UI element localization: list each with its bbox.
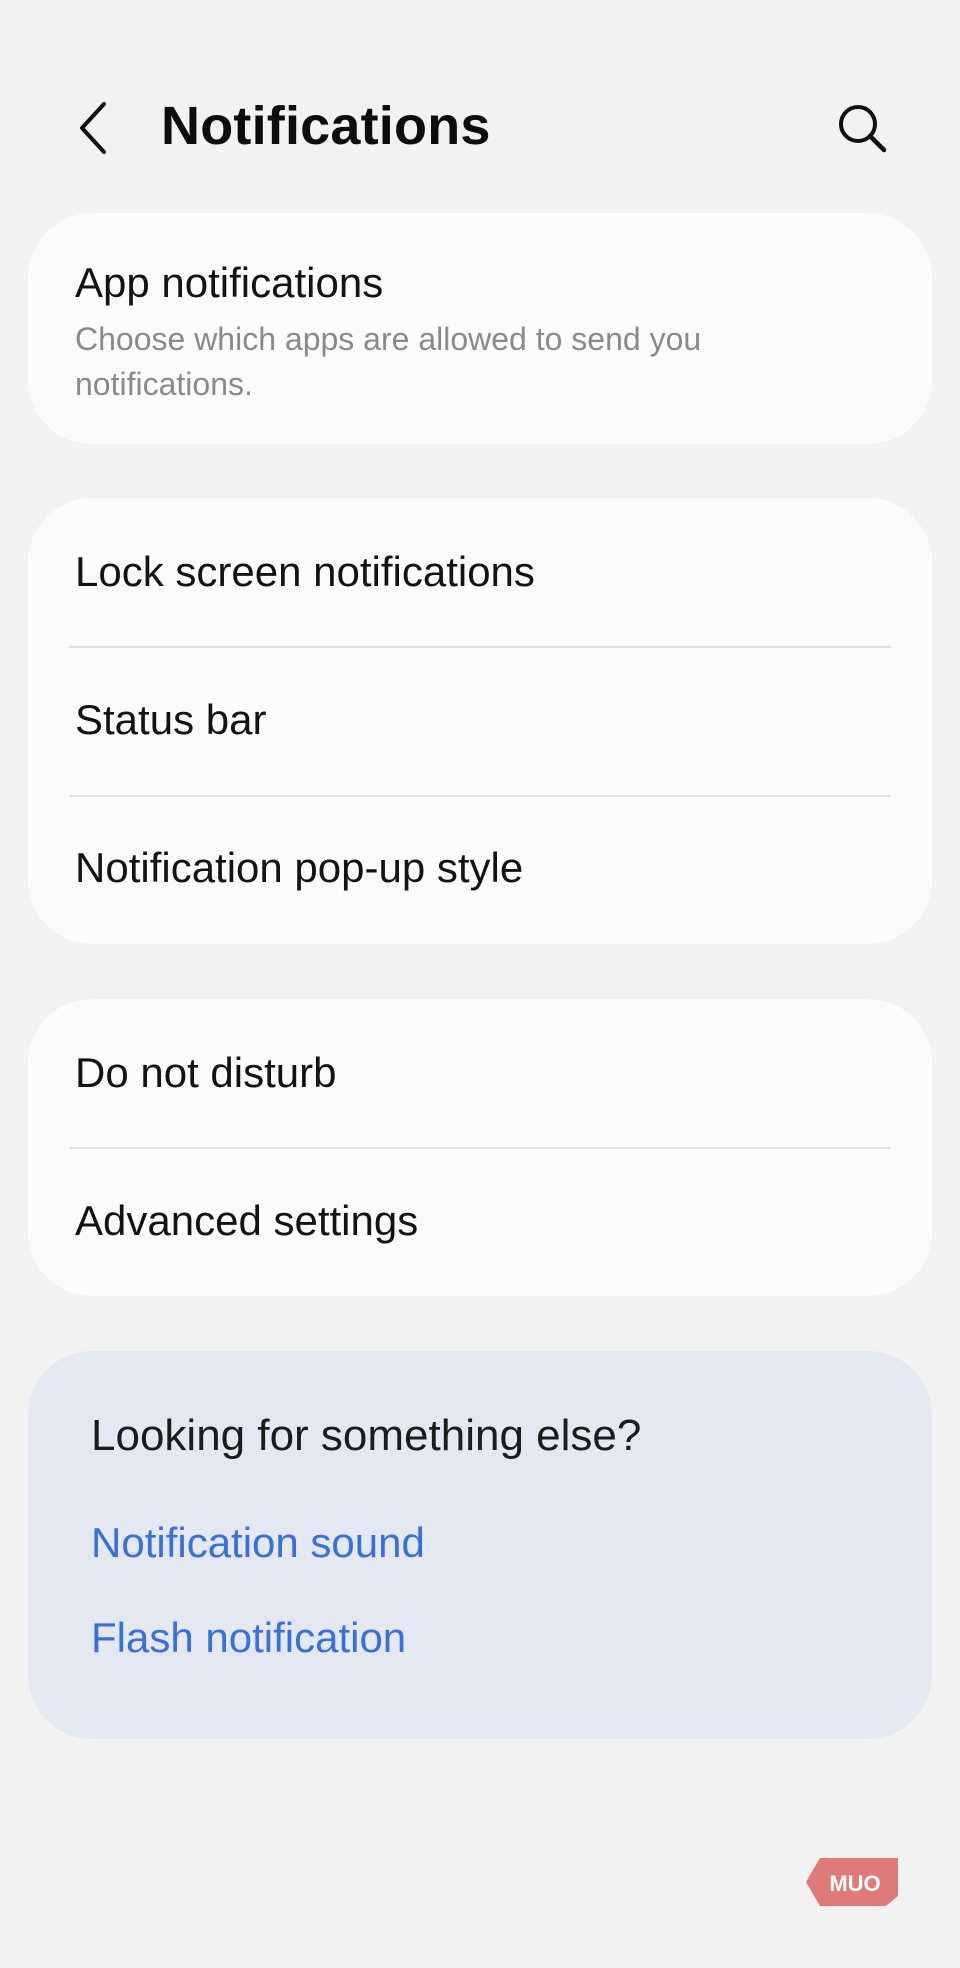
status-bar-item[interactable]: Status bar bbox=[28, 646, 932, 794]
top-app-bar: Notifications bbox=[0, 80, 960, 176]
lock-screen-notifications-label: Lock screen notifications bbox=[75, 548, 535, 595]
notification-popup-style-label: Notification pop-up style bbox=[75, 844, 524, 891]
notification-popup-style-item[interactable]: Notification pop-up style bbox=[28, 794, 932, 942]
advanced-settings-label: Advanced settings bbox=[75, 1197, 419, 1244]
status-bar-label: Status bar bbox=[75, 696, 267, 743]
dnd-advanced-card: Do not disturb Advanced settings bbox=[28, 999, 932, 1296]
app-notifications-item[interactable]: App notifications Choose which apps are … bbox=[28, 213, 932, 407]
suggestions-title: Looking for something else? bbox=[91, 1411, 642, 1460]
app-notifications-card: App notifications Choose which apps are … bbox=[28, 213, 932, 444]
muo-watermark-logo: MUO bbox=[806, 1858, 898, 1906]
svg-text:MUO: MUO bbox=[829, 1871, 880, 1896]
notification-sound-link[interactable]: Notification sound bbox=[91, 1519, 425, 1567]
back-button[interactable] bbox=[66, 100, 122, 156]
do-not-disturb-item[interactable]: Do not disturb bbox=[28, 999, 932, 1147]
app-notifications-title: App notifications bbox=[75, 259, 384, 306]
suggestions-card: Looking for something else? Notification… bbox=[28, 1351, 932, 1739]
search-icon bbox=[839, 105, 887, 153]
notification-settings-card: Lock screen notifications Status bar Not… bbox=[28, 498, 932, 944]
app-notifications-description: Choose which apps are allowed to send yo… bbox=[75, 321, 702, 403]
advanced-settings-item[interactable]: Advanced settings bbox=[28, 1147, 932, 1295]
search-button[interactable] bbox=[832, 98, 892, 158]
do-not-disturb-label: Do not disturb bbox=[75, 1049, 337, 1096]
lock-screen-notifications-item[interactable]: Lock screen notifications bbox=[28, 498, 932, 646]
page-title: Notifications bbox=[161, 96, 491, 156]
chevron-left-icon bbox=[80, 102, 106, 154]
flash-notification-link[interactable]: Flash notification bbox=[91, 1614, 406, 1662]
